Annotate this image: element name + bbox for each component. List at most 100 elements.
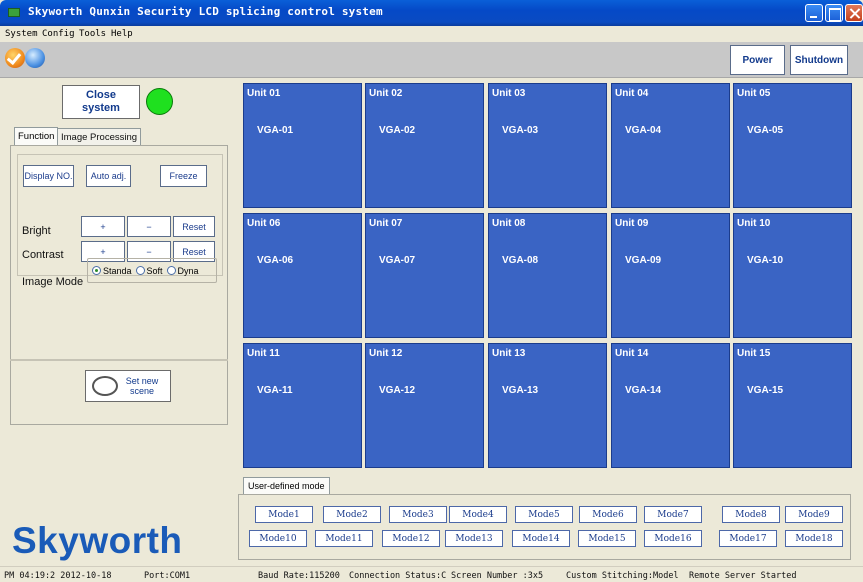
image-mode-group: Standa Soft Dyna xyxy=(87,258,217,283)
menu-tools[interactable]: Tools xyxy=(79,29,106,39)
auto-adj-button[interactable]: Auto adj. xyxy=(86,165,131,187)
unit-name: Unit 15 xyxy=(737,348,771,359)
tab-user-defined-mode[interactable]: User-defined mode xyxy=(243,477,330,495)
unit-source: VGA-13 xyxy=(502,385,539,396)
mode-button[interactable]: Mode3 xyxy=(389,506,447,523)
bright-label: Bright xyxy=(22,225,51,237)
mode-button[interactable]: Mode15 xyxy=(578,530,636,547)
menu-help[interactable]: Help xyxy=(111,29,133,39)
unit-source: VGA-15 xyxy=(747,385,784,396)
mode-button[interactable]: Mode9 xyxy=(785,506,843,523)
unit-name: Unit 13 xyxy=(492,348,526,359)
app-icon xyxy=(8,8,20,17)
bright-reset-button[interactable]: Reset xyxy=(173,216,215,237)
unit-source: VGA-07 xyxy=(379,255,416,266)
mode-button[interactable]: Mode1 xyxy=(255,506,313,523)
unit-source: VGA-10 xyxy=(747,255,784,266)
mode-button[interactable]: Mode2 xyxy=(323,506,381,523)
radio-icon xyxy=(166,265,176,275)
unit-tile[interactable]: Unit 15 VGA-15 xyxy=(733,343,852,468)
menu-system[interactable]: System xyxy=(5,29,38,39)
speech-bubble-icon xyxy=(92,376,118,396)
scene-label-2: scene xyxy=(129,386,155,396)
unit-source: VGA-12 xyxy=(379,385,416,396)
close-system-button[interactable]: Close system xyxy=(62,85,140,119)
unit-name: Unit 05 xyxy=(737,88,771,99)
bright-plus-button[interactable]: + xyxy=(81,216,125,237)
unit-name: Unit 09 xyxy=(615,218,649,229)
unit-tile[interactable]: Unit 06 VGA-06 xyxy=(243,213,362,338)
check-icon[interactable] xyxy=(5,48,25,68)
status-bar: PM 04:19:2 2012-10-18 Port:COM1 Baud Rat… xyxy=(0,566,863,582)
freeze-button[interactable]: Freeze xyxy=(160,165,207,187)
status-connection: Connection Status:C xyxy=(349,571,447,581)
unit-tile[interactable]: Unit 05 VGA-05 xyxy=(733,83,852,208)
title-bar: Skyworth Qunxin Security LCD splicing co… xyxy=(0,0,863,26)
unit-source: VGA-06 xyxy=(257,255,294,266)
minimize-button[interactable] xyxy=(805,4,823,22)
mode-button[interactable]: Mode14 xyxy=(512,530,570,547)
mode-button[interactable]: Mode8 xyxy=(722,506,780,523)
mode-standard-radio[interactable]: Standa xyxy=(92,265,132,276)
mode-button[interactable]: Mode6 xyxy=(579,506,637,523)
mode-button[interactable]: Mode16 xyxy=(644,530,702,547)
unit-tile[interactable]: Unit 08 VGA-08 xyxy=(488,213,607,338)
image-mode-label: Image Mode xyxy=(22,276,84,288)
status-baud: Baud Rate:115200 xyxy=(258,571,340,581)
unit-source: VGA-01 xyxy=(257,125,294,136)
unit-tile[interactable]: Unit 01 VGA-01 xyxy=(243,83,362,208)
unit-tile[interactable]: Unit 14 VGA-14 xyxy=(611,343,730,468)
unit-source: VGA-04 xyxy=(625,125,662,136)
maximize-button[interactable] xyxy=(825,4,843,22)
unit-tile[interactable]: Unit 03 VGA-03 xyxy=(488,83,607,208)
left-panel: Close system Function Image Processing D… xyxy=(0,78,235,566)
unit-tile[interactable]: Unit 04 VGA-04 xyxy=(611,83,730,208)
unit-tile[interactable]: Unit 12 VGA-12 xyxy=(365,343,484,468)
status-stitching: Custom Stitching:Model xyxy=(566,571,679,581)
mode-button[interactable]: Mode4 xyxy=(449,506,507,523)
window-title: Skyworth Qunxin Security LCD splicing co… xyxy=(28,5,383,18)
bright-minus-button[interactable]: − xyxy=(127,216,171,237)
shutdown-button[interactable]: Shutdown xyxy=(790,45,848,75)
unit-tile[interactable]: Unit 07 VGA-07 xyxy=(365,213,484,338)
menu-bar: System Config Tools Help xyxy=(0,26,863,42)
mode-area: Mode1 Mode2 Mode3 Mode4 Mode5 Mode6 Mode7 Mode8… xyxy=(238,494,851,560)
unit-name: Unit 06 xyxy=(247,218,281,229)
unit-name: Unit 14 xyxy=(615,348,649,359)
set-new-scene-button[interactable]: Set new scene xyxy=(85,370,171,402)
unit-name: Unit 11 xyxy=(247,348,280,359)
unit-source: VGA-11 xyxy=(257,385,293,396)
mode-button[interactable]: Mode5 xyxy=(515,506,573,523)
unit-tile[interactable]: Unit 02 VGA-02 xyxy=(365,83,484,208)
mode-button[interactable]: Mode17 xyxy=(719,530,777,547)
unit-name: Unit 04 xyxy=(615,88,649,99)
radio-icon xyxy=(135,265,145,275)
mode-dynamic-radio[interactable]: Dyna xyxy=(166,265,199,276)
tab-image-processing[interactable]: Image Processing xyxy=(57,128,142,146)
unit-tile[interactable]: Unit 13 VGA-13 xyxy=(488,343,607,468)
unit-source: VGA-14 xyxy=(625,385,662,396)
close-window-button[interactable] xyxy=(845,4,863,22)
power-button[interactable]: Power xyxy=(730,45,785,75)
mode-button[interactable]: Mode13 xyxy=(445,530,503,547)
radio-selected-icon xyxy=(92,265,101,275)
mode-button[interactable]: Mode10 xyxy=(249,530,307,547)
tab-function[interactable]: Function xyxy=(14,127,59,145)
unit-tile[interactable]: Unit 10 VGA-10 xyxy=(733,213,852,338)
globe-icon[interactable] xyxy=(25,48,45,68)
unit-name: Unit 10 xyxy=(737,218,771,229)
mode-button[interactable]: Mode18 xyxy=(785,530,843,547)
mode-button[interactable]: Mode7 xyxy=(644,506,702,523)
scene-label-1: Set new xyxy=(125,376,159,386)
mode-soft-radio[interactable]: Soft xyxy=(135,265,163,276)
unit-source: VGA-09 xyxy=(625,255,662,266)
close-system-label-1: Close xyxy=(86,89,116,101)
unit-name: Unit 08 xyxy=(492,218,526,229)
mode-button[interactable]: Mode12 xyxy=(382,530,440,547)
unit-tile[interactable]: Unit 09 VGA-09 xyxy=(611,213,730,338)
display-no-button[interactable]: Display NO. xyxy=(23,165,74,187)
unit-tile[interactable]: Unit 11 VGA-11 xyxy=(243,343,362,468)
menu-config[interactable]: Config xyxy=(42,29,75,39)
close-system-label-2: system xyxy=(82,102,120,114)
mode-button[interactable]: Mode11 xyxy=(315,530,373,547)
